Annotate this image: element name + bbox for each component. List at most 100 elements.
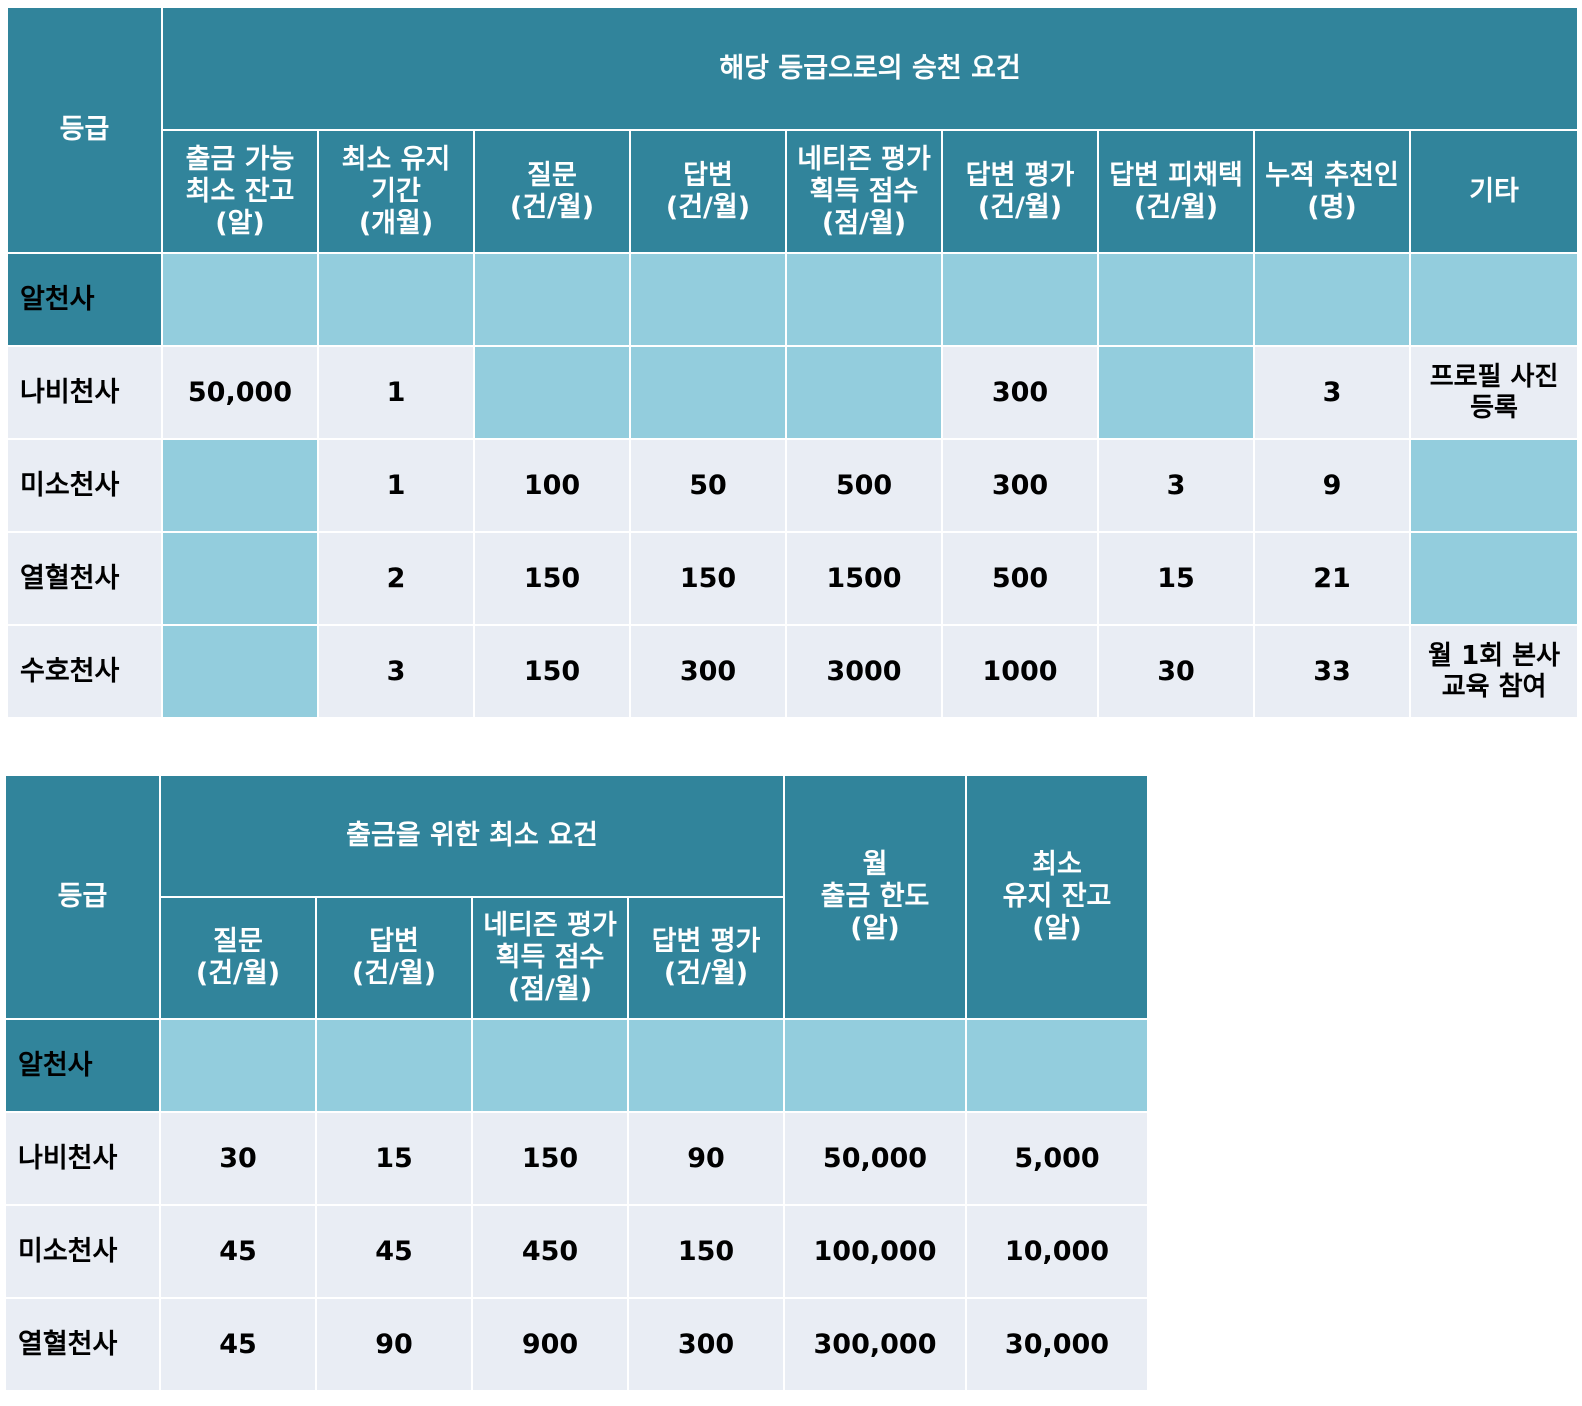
column-header-line: (점/월): [821, 207, 907, 239]
column-header-line: (건/월): [195, 958, 281, 989]
table-cell: [473, 345, 631, 440]
column-header-line: 답변 평가: [965, 159, 1075, 191]
table-cell: 300: [626, 1297, 786, 1392]
table-cell: 50,000: [783, 1111, 968, 1206]
table-cell: [965, 1018, 1150, 1113]
table-cell: [317, 252, 475, 347]
table-cell: [161, 438, 319, 533]
table-cell: [629, 252, 787, 347]
column-header-line: 답변 피채택: [1109, 159, 1243, 191]
column-header-line: 기타: [1469, 175, 1519, 207]
table-cell: [1097, 345, 1255, 440]
column-header: 답변 (건/월): [629, 129, 787, 254]
table-cell: [629, 345, 787, 440]
table-cell: 1000: [941, 624, 1099, 719]
table-row: 알천사: [6, 252, 1580, 347]
column-header-line: (건/월): [509, 191, 595, 223]
minimum-balance-header: 최소 유지 잔고 (알): [965, 774, 1150, 1020]
column-header-line: 최소 유지: [341, 143, 451, 175]
table-cell: 45: [159, 1204, 317, 1299]
table-cell: [1408, 531, 1580, 626]
table-cell: 45: [315, 1204, 473, 1299]
column-header: 네티즌 평가 획득 점수 (점/월): [785, 129, 943, 254]
column-header: 출금 가능 최소 잔고 (알): [161, 129, 319, 254]
grade-cell: 나비천사: [6, 345, 163, 440]
table-cell: [161, 531, 319, 626]
table-row: 열혈천사 2 150 150 1500 500 15 21: [6, 531, 1580, 626]
table-cell: 300: [941, 345, 1099, 440]
grade-cell: 미소천사: [6, 438, 163, 533]
table-cell: [1408, 438, 1580, 533]
column-header-line: (건/월): [665, 191, 751, 223]
column-header: 질문 (건/월): [473, 129, 631, 254]
column-header-line: 답변: [369, 926, 419, 957]
table-cell: 150: [471, 1111, 629, 1206]
table-cell: [785, 252, 943, 347]
column-header-line: 획득 점수: [809, 175, 919, 207]
table-cell: 900: [471, 1297, 629, 1392]
table-cell: 30: [1097, 624, 1255, 719]
grade-cell: 열혈천사: [6, 531, 163, 626]
grade-cell: 수호천사: [6, 624, 163, 719]
column-header-line: 유지 잔고: [1002, 881, 1112, 912]
table-cell: [785, 345, 943, 440]
column-header-line: (알): [215, 207, 265, 239]
column-header-line: 기간: [371, 175, 421, 207]
grade-cell: 열혈천사: [4, 1297, 161, 1392]
table-cell: 300: [629, 624, 787, 719]
table-cell: 15: [315, 1111, 473, 1206]
table-cell: [1097, 252, 1255, 347]
column-header-line: (알): [1032, 913, 1082, 944]
table-cell: 15: [1097, 531, 1255, 626]
table-cell: 3: [1097, 438, 1255, 533]
column-header-line: 질문: [213, 926, 263, 957]
table-cell: 10,000: [965, 1204, 1150, 1299]
column-header: 누적 추천인 (명): [1253, 129, 1411, 254]
column-header-line: 획득 점수: [495, 942, 605, 973]
table-cell: [941, 252, 1099, 347]
column-header-line: (건/월): [977, 191, 1063, 223]
column-header: 네티즌 평가 획득 점수 (점/월): [471, 896, 629, 1020]
table-cell: 5,000: [965, 1111, 1150, 1206]
table-row: 미소천사 45 45 450 150 100,000 10,000: [4, 1204, 1150, 1299]
ascension-requirements-table: 등급 해당 등급으로의 승천 요건 출금 가능 최소 잔고 (알) 최소 유지 기간 (개…: [6, 6, 1580, 719]
grade-header: 등급: [6, 6, 163, 254]
table-cell: [471, 1018, 629, 1113]
table-cell: [626, 1018, 786, 1113]
table-cell: 150: [473, 624, 631, 719]
column-header: 답변 (건/월): [315, 896, 473, 1020]
column-header-line: (건/월): [663, 958, 749, 989]
column-header-line: 네티즌 평가: [797, 143, 931, 175]
column-header: 답변 평가 (건/월): [626, 896, 786, 1020]
column-header-line: 누적 추천인: [1265, 159, 1399, 191]
table-cell: 150: [629, 531, 787, 626]
column-header-line: 출금 가능: [185, 143, 295, 175]
table-cell: 150: [626, 1204, 786, 1299]
column-header-line: 최소: [1032, 849, 1082, 880]
table-row: 열혈천사 45 90 900 300 300,000 30,000: [4, 1297, 1150, 1392]
column-header-line: (건/월): [351, 958, 437, 989]
grade-cell: 알천사: [4, 1018, 161, 1113]
table-cell: 33: [1253, 624, 1411, 719]
table-cell: 45: [159, 1297, 317, 1392]
table-cell: 1500: [785, 531, 943, 626]
column-header: 답변 피채택 (건/월): [1097, 129, 1255, 254]
table-cell: [315, 1018, 473, 1113]
table-cell: [161, 252, 319, 347]
table-cell: 90: [315, 1297, 473, 1392]
table-cell: 30,000: [965, 1297, 1150, 1392]
table-cell: [161, 624, 319, 719]
table-cell: [473, 252, 631, 347]
table-cell: 100,000: [783, 1204, 968, 1299]
table-row: 수호천사 3 150 300 3000 1000 30 33 월 1회 본사 교육 참여: [6, 624, 1580, 719]
column-header-line: 네티즌 평가: [483, 910, 617, 941]
grade-header: 등급: [4, 774, 161, 1020]
table-cell: [1408, 252, 1580, 347]
column-header-line: 답변: [683, 159, 733, 191]
table-cell: 1: [317, 345, 475, 440]
grade-cell: 알천사: [6, 252, 163, 347]
table-cell: 100: [473, 438, 631, 533]
table-cell: 1: [317, 438, 475, 533]
table-cell: 300: [941, 438, 1099, 533]
table-cell: 21: [1253, 531, 1411, 626]
